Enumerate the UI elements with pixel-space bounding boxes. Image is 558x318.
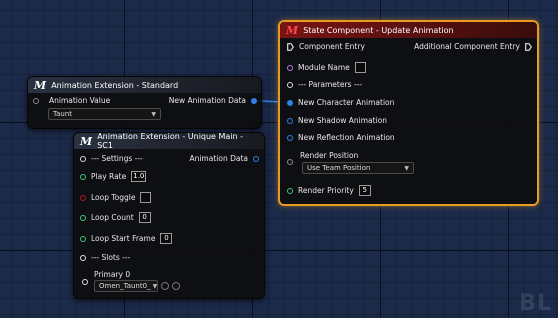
- new-animation-data-label: New Animation Data: [168, 96, 246, 105]
- new-reflection-animation-row: New Reflection Animation: [287, 133, 395, 142]
- new-character-animation-row: New Character Animation: [287, 98, 394, 107]
- data-pin-icon[interactable]: [80, 254, 86, 261]
- node-animation-extension-unique[interactable]: M Animation Extension - Unique Main - SC…: [73, 132, 265, 299]
- additional-component-entry-row: Additional Component Entry: [414, 42, 532, 51]
- chevron-down-icon: ▼: [151, 110, 156, 118]
- data-pin-icon[interactable]: [287, 64, 293, 71]
- node-state-component-update-animation[interactable]: M State Component - Update Animation Com…: [278, 20, 539, 206]
- play-rate-input[interactable]: 1.0: [131, 171, 147, 182]
- slots-label: --- Slots ---: [91, 253, 131, 262]
- exec-pin-icon[interactable]: [525, 42, 532, 51]
- node-animation-extension-standard[interactable]: M Animation Extension - Standard Animati…: [27, 76, 262, 129]
- animation-data-row: Animation Data: [189, 154, 259, 163]
- data-pin-icon[interactable]: [287, 99, 293, 106]
- animation-value-row: Animation Value: [33, 96, 110, 105]
- animation-value-select[interactable]: Taunt ▼: [48, 108, 161, 120]
- new-character-animation-label: New Character Animation: [298, 98, 395, 107]
- play-rate-label: Play Rate: [91, 172, 127, 181]
- node-header[interactable]: M State Component - Update Animation: [280, 22, 537, 38]
- animation-value-label: Animation Value: [49, 96, 111, 105]
- search-icon[interactable]: [172, 282, 180, 290]
- node-title: Animation Extension - Unique Main - SC1: [97, 132, 244, 150]
- data-pin-icon[interactable]: [287, 187, 293, 194]
- exec-pin-icon[interactable]: [287, 42, 294, 51]
- loop-start-frame-row: Loop Start Frame 0: [80, 233, 173, 244]
- module-name-input[interactable]: [354, 62, 366, 73]
- data-pin-icon[interactable]: [82, 279, 88, 285]
- data-pin-icon[interactable]: [80, 214, 86, 221]
- module-name-label: Module Name: [298, 63, 350, 72]
- render-position-select[interactable]: Use Team Position ▼: [302, 162, 414, 174]
- primary-select[interactable]: Omen_Taunt0_ ▼: [94, 280, 158, 292]
- data-pin-icon[interactable]: [251, 97, 257, 104]
- data-pin-icon[interactable]: [287, 81, 293, 88]
- loop-start-frame-label: Loop Start Frame: [91, 234, 156, 243]
- loop-count-row: Loop Count 0: [80, 212, 151, 223]
- data-pin-icon[interactable]: [80, 194, 86, 201]
- module-name-row: Module Name: [287, 62, 366, 73]
- parameters-row: --- Parameters ---: [287, 80, 362, 89]
- component-entry-row: Component Entry: [287, 42, 365, 51]
- loop-toggle-row: Loop Toggle: [80, 192, 152, 203]
- node-title: State Component - Update Animation: [303, 25, 454, 35]
- render-position-label: Render Position: [300, 151, 359, 160]
- primary-label: Primary 0: [94, 270, 131, 279]
- blueprint-watermark: BL: [519, 291, 552, 316]
- new-shadow-animation-label: New Shadow Animation: [298, 116, 387, 125]
- settings-row: --- Settings ---: [80, 154, 143, 163]
- slots-row: --- Slots ---: [80, 253, 130, 262]
- data-pin-icon[interactable]: [33, 97, 39, 104]
- reset-icon[interactable]: [161, 282, 169, 290]
- render-priority-input[interactable]: 5: [358, 185, 371, 196]
- data-pin-icon[interactable]: [287, 134, 293, 141]
- additional-component-entry-label: Additional Component Entry: [414, 42, 520, 51]
- node-title: Animation Extension - Standard: [51, 80, 179, 90]
- loop-count-input[interactable]: 0: [138, 212, 151, 223]
- m-logo-icon: M: [34, 78, 47, 92]
- component-entry-label: Component Entry: [299, 42, 365, 51]
- settings-label: --- Settings ---: [91, 154, 143, 163]
- play-rate-row: Play Rate 1.0: [80, 171, 147, 182]
- loop-count-label: Loop Count: [91, 213, 134, 222]
- node-header[interactable]: M Animation Extension - Unique Main - SC…: [74, 132, 264, 150]
- data-pin-icon[interactable]: [287, 159, 293, 165]
- data-pin-icon[interactable]: [80, 173, 86, 180]
- animation-data-label: Animation Data: [189, 154, 248, 163]
- loop-start-frame-input[interactable]: 0: [160, 233, 173, 244]
- new-reflection-animation-label: New Reflection Animation: [298, 133, 395, 142]
- loop-toggle-checkbox[interactable]: [140, 192, 152, 203]
- data-pin-icon[interactable]: [287, 117, 293, 124]
- data-pin-icon[interactable]: [80, 155, 86, 162]
- loop-toggle-label: Loop Toggle: [91, 193, 136, 202]
- node-header[interactable]: M Animation Extension - Standard: [28, 77, 261, 93]
- chevron-down-icon: ▼: [404, 164, 409, 172]
- primary-controls: Omen_Taunt0_ ▼: [94, 280, 180, 292]
- new-animation-data-row: New Animation Data: [169, 96, 257, 105]
- data-pin-icon[interactable]: [80, 235, 86, 242]
- primary-label-row: Primary 0: [94, 270, 130, 279]
- render-priority-label: Render Priority: [298, 186, 354, 195]
- data-pin-icon[interactable]: [253, 155, 259, 162]
- m-logo-icon: M: [80, 134, 93, 148]
- render-position-label-row: Render Position: [300, 151, 358, 160]
- m-logo-icon: M: [286, 23, 299, 37]
- chevron-down-icon: ▼: [152, 282, 158, 290]
- parameters-label: --- Parameters ---: [298, 80, 362, 89]
- new-shadow-animation-row: New Shadow Animation: [287, 116, 387, 125]
- render-priority-row: Render Priority 5: [287, 185, 371, 196]
